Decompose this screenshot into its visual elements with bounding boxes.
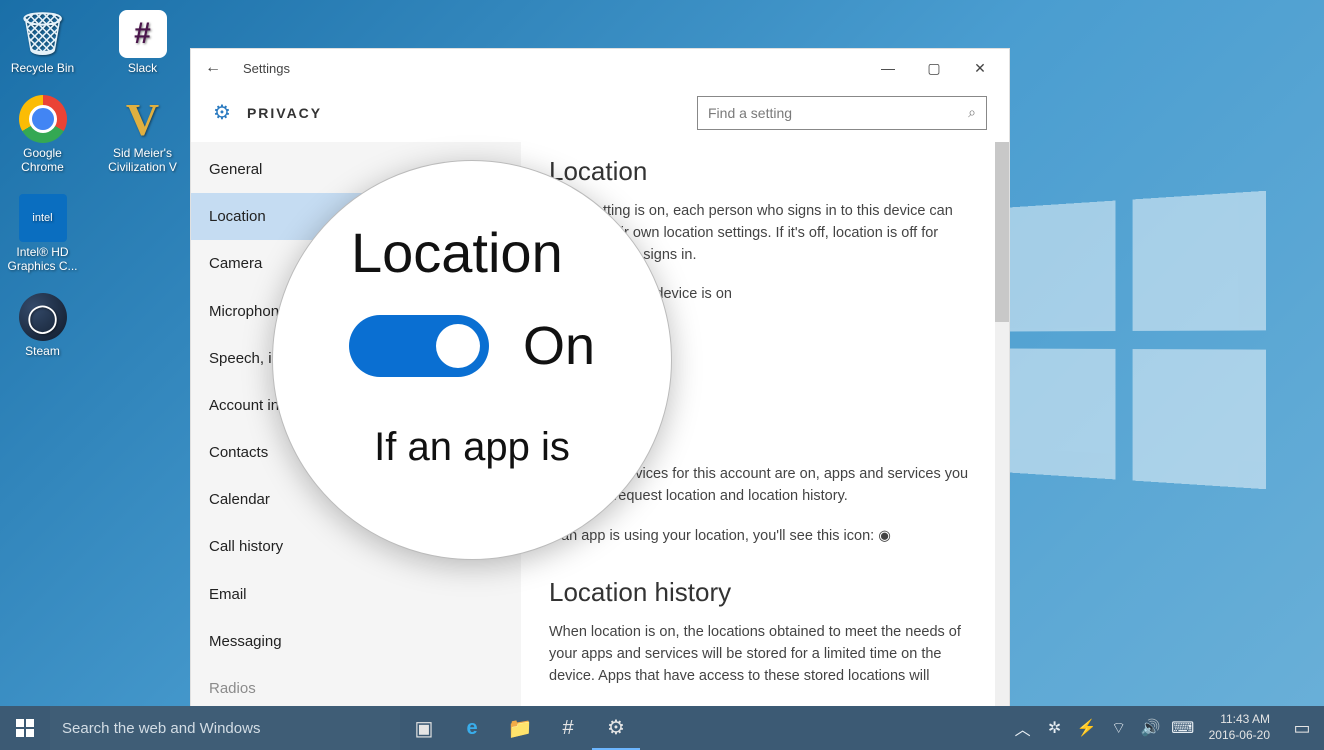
tray-chevron-icon[interactable]: ︿: [1007, 716, 1039, 740]
taskbar: Search the web and Windows ▣ e 📁 # ⚙ ︿ ✲…: [0, 706, 1324, 750]
location-toggle[interactable]: [349, 315, 489, 377]
settings-search-input[interactable]: Find a setting ⌕: [697, 96, 987, 130]
detail-heading: Location: [549, 156, 981, 187]
civilization-app[interactable]: V Sid Meier's Civilization V: [105, 95, 180, 174]
back-button[interactable]: ←: [197, 59, 229, 77]
taskbar-clock[interactable]: 11:43 AM 2016-06-20: [1199, 712, 1280, 743]
input-indicator-icon[interactable]: ⌨: [1167, 718, 1199, 738]
recycle-bin[interactable]: 🗑 Recycle Bin: [5, 10, 80, 75]
sidebar-item-label: Call history: [209, 538, 283, 555]
battery-icon[interactable]: ⚡: [1071, 718, 1103, 738]
civilization-icon: V: [119, 95, 167, 143]
desktop-icon-label: Steam: [25, 344, 60, 358]
toggle-state-label: On: [523, 315, 595, 377]
start-button[interactable]: [0, 706, 50, 750]
settings-taskbar-icon[interactable]: ⚙: [592, 706, 640, 750]
desktop-icon-label: Sid Meier's Civilization V: [105, 146, 180, 174]
windows-logo-wallpaper: [999, 191, 1266, 489]
slack-taskbar-icon[interactable]: #: [544, 706, 592, 750]
sidebar-item-label: Camera: [209, 255, 262, 272]
steam-app[interactable]: ◯ Steam: [5, 293, 80, 358]
close-button[interactable]: ✕: [957, 49, 1003, 87]
search-icon: ⌕: [968, 104, 976, 121]
section-header: PRIVACY: [247, 105, 322, 121]
window-title: Settings: [243, 61, 290, 76]
header-row: ⚙ PRIVACY Find a setting ⌕: [191, 87, 1009, 142]
intel-graphics-app[interactable]: intel Intel® HD Graphics C...: [5, 194, 80, 273]
detail-paragraph: When location is on, the locations obtai…: [549, 622, 981, 687]
desktop-icon-label: Google Chrome: [5, 146, 80, 174]
desktop-icon-label: Intel® HD Graphics C...: [5, 245, 80, 273]
magnified-heading: Location: [351, 220, 563, 285]
detail-heading: Location history: [549, 577, 981, 608]
intel-graphics-icon: intel: [19, 194, 67, 242]
sidebar-item-radios[interactable]: Radios: [191, 665, 521, 712]
slack-app[interactable]: # Slack: [105, 10, 180, 75]
magnified-text-fragment: If an app is: [374, 425, 570, 470]
edge-app-icon[interactable]: e: [448, 706, 496, 750]
magnifier-zoom: Location On If an app is: [272, 160, 672, 560]
desktop-icon-label: Slack: [128, 61, 157, 75]
sidebar-item-email[interactable]: Email: [191, 571, 521, 618]
wifi-icon[interactable]: ⌔: [1103, 718, 1135, 738]
sidebar-item-label: Contacts: [209, 444, 268, 461]
scrollbar-thumb[interactable]: [995, 142, 1009, 322]
tray-bluetooth-icon[interactable]: ✲: [1039, 718, 1071, 738]
sidebar-item-messaging[interactable]: Messaging: [191, 618, 521, 665]
desktop-icon-label: Recycle Bin: [11, 61, 74, 75]
location-icon-info: If an app is using your location, you'll…: [549, 526, 981, 548]
chrome-icon: [19, 95, 67, 143]
titlebar: ← Settings — ▢ ✕: [191, 49, 1009, 87]
sidebar-item-label: Radios: [209, 680, 256, 697]
windows-icon: [16, 719, 34, 737]
minimize-button[interactable]: —: [865, 49, 911, 87]
search-placeholder: Find a setting: [708, 105, 968, 121]
maximize-button[interactable]: ▢: [911, 49, 957, 87]
clock-date: 2016-06-20: [1209, 728, 1270, 744]
sidebar-item-label: Location: [209, 208, 266, 225]
chrome-app[interactable]: Google Chrome: [5, 95, 80, 174]
taskbar-search-placeholder: Search the web and Windows: [62, 720, 260, 737]
sidebar-item-label: Email: [209, 586, 247, 603]
clock-time: 11:43 AM: [1209, 712, 1270, 728]
sidebar-item-label: Messaging: [209, 633, 282, 650]
gear-icon: ⚙: [213, 100, 231, 125]
recycle-bin-icon: 🗑: [19, 10, 67, 58]
scrollbar[interactable]: [995, 142, 1009, 712]
slack-icon: #: [119, 10, 167, 58]
task-view-button[interactable]: ▣: [400, 706, 448, 750]
sidebar-item-label: Calendar: [209, 491, 270, 508]
desktop-icons: 🗑 Recycle Bin # Slack Google Chrome V Si…: [5, 10, 180, 358]
file-explorer-icon[interactable]: 📁: [496, 706, 544, 750]
taskbar-search-input[interactable]: Search the web and Windows: [50, 706, 400, 750]
steam-icon: ◯: [19, 293, 67, 341]
action-center-icon[interactable]: ▭: [1280, 718, 1324, 739]
volume-icon[interactable]: 🔊: [1135, 718, 1167, 738]
sidebar-item-label: General: [209, 161, 262, 178]
